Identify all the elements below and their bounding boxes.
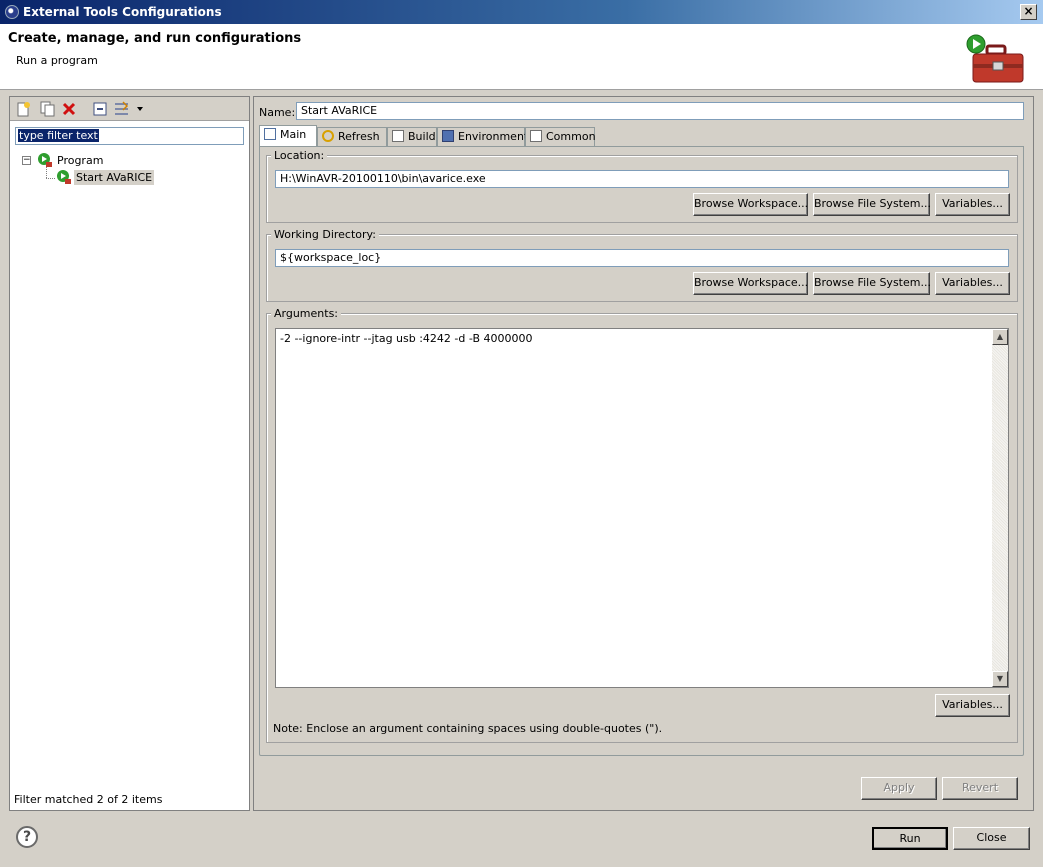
arguments-text: -2 --ignore-intr --jtag usb :4242 -d -B … [280,332,533,345]
workdir-browse-workspace-button[interactable]: Browse Workspace... [693,272,808,295]
scroll-up-button[interactable]: ▲ [992,329,1008,345]
working-directory-group: Working Directory: ${workspace_loc} Brow… [266,228,1018,302]
help-icon[interactable]: ? [16,826,38,848]
location-variables-button[interactable]: Variables... [935,193,1010,216]
close-button[interactable]: Close [953,827,1030,850]
run-button[interactable]: Run [872,827,948,850]
tree-connector [46,167,47,178]
common-icon [530,130,542,142]
workdir-browse-filesystem-button[interactable]: Browse File System... [813,272,931,295]
view-menu-icon[interactable] [136,105,144,113]
tab-common[interactable]: Common [525,127,596,146]
config-toolbar [10,97,249,121]
apply-button[interactable]: Apply [861,777,937,800]
dialog-header: Create, manage, and run configurations R… [0,24,1043,90]
revert-button[interactable]: Revert [942,777,1018,800]
name-label: Name: [259,106,296,119]
filter-text: type filter text [18,129,99,142]
refresh-icon [322,130,334,142]
header-title: Create, manage, and run configurations [8,31,302,46]
main-tab-icon [264,128,276,140]
program-icon [38,153,52,167]
location-label: Location: [271,149,328,162]
collapse-all-icon[interactable] [92,101,108,117]
workdir-variables-button[interactable]: Variables... [935,272,1010,295]
arguments-textarea[interactable]: -2 --ignore-intr --jtag usb :4242 -d -B … [275,328,1009,688]
tree-item-start-avarice[interactable]: Start AVaRICE [74,170,155,185]
location-input[interactable]: H:\WinAVR-20100110\bin\avarice.exe [275,170,1009,188]
tab-refresh[interactable]: Refresh [317,127,387,146]
arguments-scrollbar[interactable]: ▲ ▼ [992,329,1008,687]
build-icon [392,130,404,142]
main-tab-content: Location: H:\WinAVR-20100110\bin\avarice… [259,146,1024,756]
arguments-note: Note: Enclose an argument containing spa… [273,722,663,735]
arguments-variables-button[interactable]: Variables... [935,694,1010,717]
tree-collapse-toggle[interactable]: − [22,156,31,165]
tab-main[interactable]: Main [259,125,317,147]
window-title: External Tools Configurations [23,5,222,19]
arguments-label: Arguments: [271,307,342,320]
filter-icon[interactable] [114,101,130,117]
environment-icon [442,130,454,142]
duplicate-icon[interactable] [39,101,55,117]
working-directory-label: Working Directory: [271,228,379,241]
filter-input[interactable]: type filter text [15,127,244,145]
new-config-icon[interactable] [15,101,31,117]
location-browse-filesystem-button[interactable]: Browse File System... [813,193,931,216]
filter-status: Filter matched 2 of 2 items [14,793,163,806]
window-titlebar: External Tools Configurations × [0,0,1043,24]
eclipse-icon [5,5,19,19]
name-input[interactable]: Start AVaRICE [296,102,1024,120]
arguments-group: Arguments: -2 --ignore-intr --jtag usb :… [266,307,1018,743]
window-close-button[interactable]: × [1020,4,1037,20]
scroll-down-button[interactable]: ▼ [992,671,1008,687]
tab-build[interactable]: Build [387,127,437,146]
config-editor-pane: Name: Start AVaRICE Main Refresh Build E… [253,96,1034,811]
delete-icon[interactable] [61,101,77,117]
location-group: Location: H:\WinAVR-20100110\bin\avarice… [266,149,1018,223]
toolbox-icon [966,34,1024,83]
program-config-icon [57,170,71,184]
tree-category-program[interactable]: Program [57,154,103,167]
tree-connector [46,178,55,179]
config-list-pane: type filter text − Program Start AVaRICE… [9,96,250,811]
working-directory-input[interactable]: ${workspace_loc} [275,249,1009,267]
location-browse-workspace-button[interactable]: Browse Workspace... [693,193,808,216]
tab-environment[interactable]: Environment [437,127,528,146]
header-subtitle: Run a program [16,54,98,67]
